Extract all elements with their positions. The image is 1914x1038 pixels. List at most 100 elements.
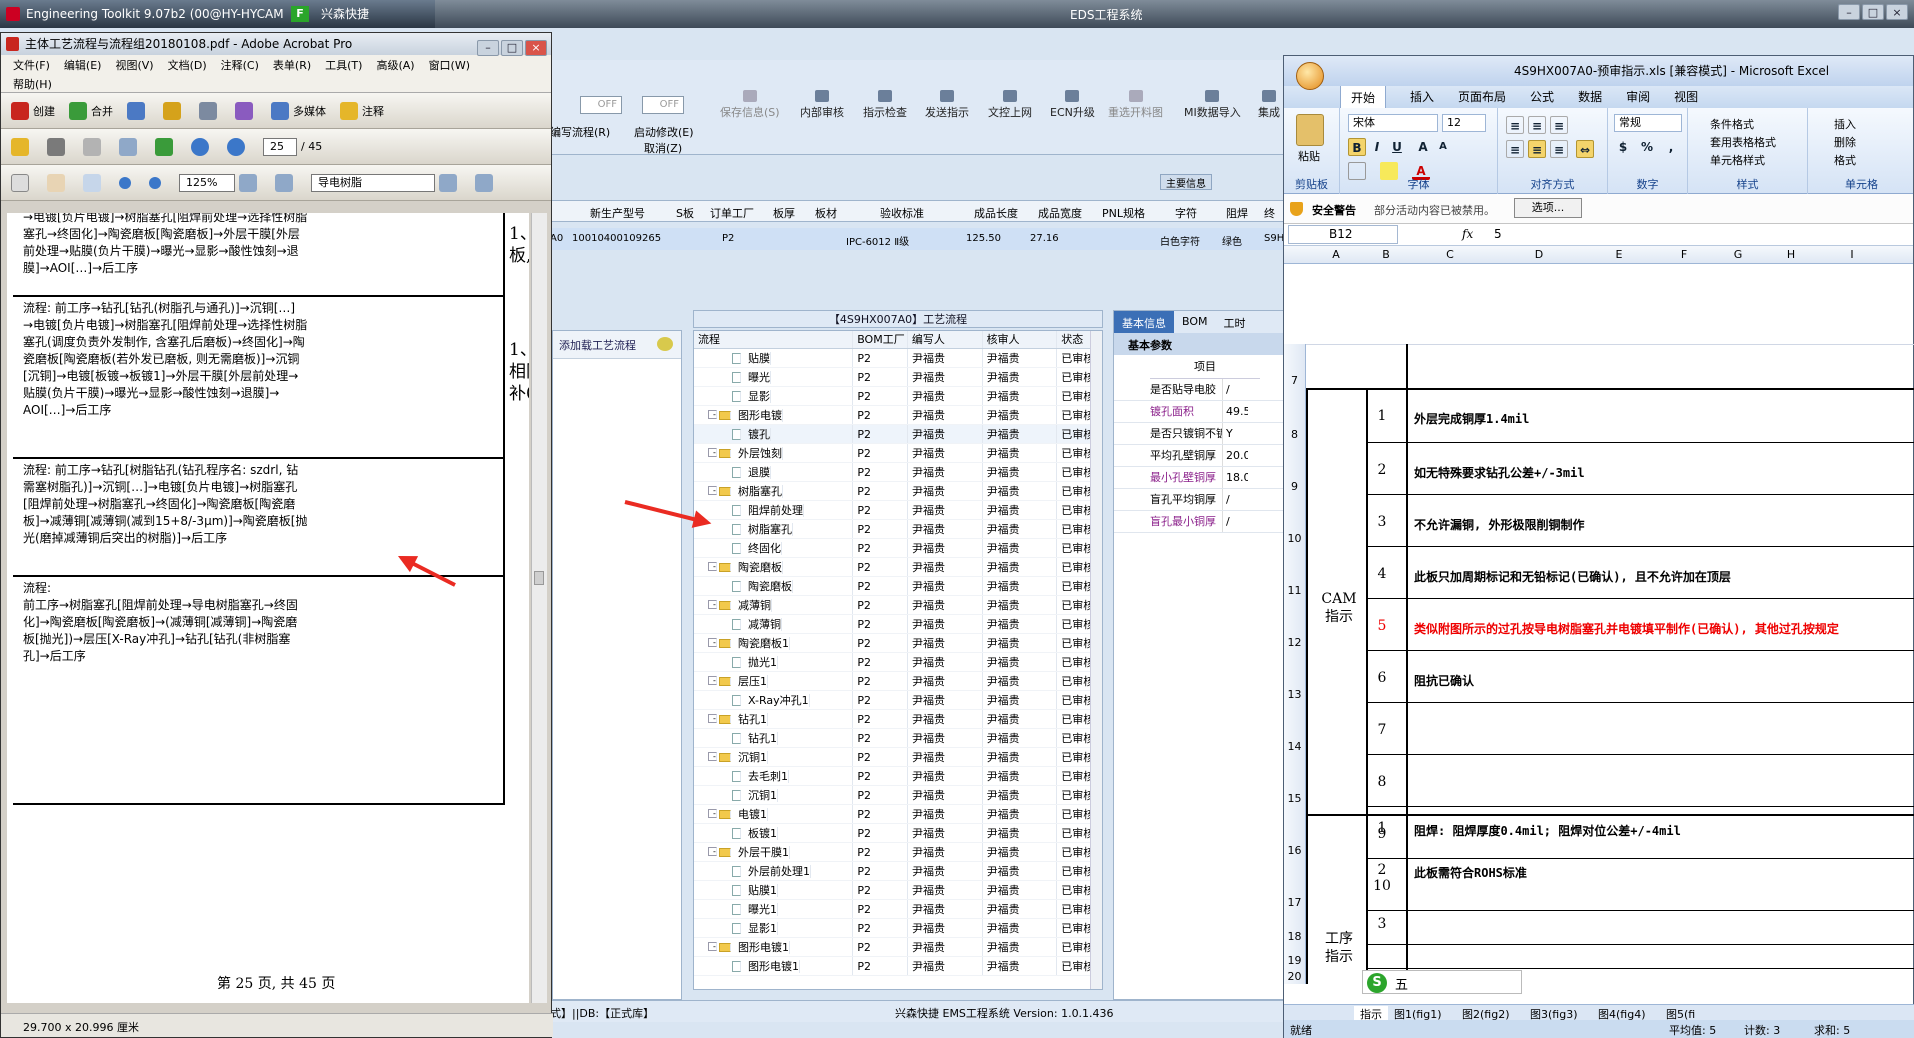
- bold-button[interactable]: B: [1348, 138, 1366, 156]
- row-header[interactable]: 19: [1284, 944, 1306, 968]
- ribbon-tab-5[interactable]: 审阅: [1626, 86, 1650, 108]
- check-button[interactable]: 指示检查: [863, 90, 907, 120]
- tree-row[interactable]: 退膜 P2 尹福贵 尹福贵 已审核: [694, 463, 1102, 482]
- tree-row[interactable]: X-Ray冲孔1 P2 尹福贵 尹福贵 已审核: [694, 691, 1102, 710]
- align-center-button[interactable]: ≡: [1528, 140, 1546, 158]
- tree-row[interactable]: 图形电镀1 P2 尹福贵 尹福贵 已审核: [694, 957, 1102, 976]
- tree-row[interactable]: 钻孔1 P2 尹福贵 尹福贵 已审核: [694, 729, 1102, 748]
- column-header[interactable]: A: [1306, 248, 1366, 261]
- collapse-icon[interactable]: -: [708, 847, 717, 856]
- row-header[interactable]: 9: [1284, 442, 1306, 494]
- row-header[interactable]: 13: [1284, 650, 1306, 702]
- cam-item-text[interactable]: 类似附图所示的过孔按导电树脂塞孔并电镀填平制作(已确认), 其他过孔按规定: [1414, 620, 1839, 637]
- column-header[interactable]: H: [1762, 248, 1820, 261]
- tree-node[interactable]: - 外层蚀刻: [694, 444, 854, 462]
- conditional-format-button[interactable]: 条件格式: [1710, 116, 1754, 132]
- row-header[interactable]: 15: [1284, 754, 1306, 806]
- process-item-text[interactable]: 此板需符合ROHS标准: [1414, 864, 1527, 881]
- tree-row[interactable]: 贴膜1 P2 尹福贵 尹福贵 已审核: [694, 881, 1102, 900]
- tree-row[interactable]: 减薄铜 P2 尹福贵 尹福贵 已审核: [694, 615, 1102, 634]
- process-item-text[interactable]: 阻焊: 阻焊厚度0.4mil; 阻焊对位公差+/-4mil: [1414, 822, 1681, 839]
- column-header[interactable]: C: [1406, 248, 1494, 261]
- ecn-upgrade-button[interactable]: ECN升级: [1050, 90, 1095, 120]
- row-header[interactable]: 17: [1284, 858, 1306, 910]
- tree-row[interactable]: 显影1 P2 尹福贵 尹福贵 已审核: [694, 919, 1102, 938]
- reselect-cut-button[interactable]: 重选开料图: [1108, 90, 1163, 120]
- row-header[interactable]: 7: [1284, 344, 1306, 388]
- tree-node[interactable]: - 减薄铜: [694, 596, 854, 614]
- tree-node[interactable]: 显影1: [694, 919, 854, 937]
- ribbon-start-modify[interactable]: 启动修改(E): [634, 124, 694, 140]
- next-page-button[interactable]: [227, 137, 249, 156]
- tree-row[interactable]: 曝光 P2 尹福贵 尹福贵 已审核: [694, 368, 1102, 387]
- zoom-select[interactable]: 125%: [179, 173, 235, 192]
- cam-item-text[interactable]: 阻抗已确认: [1414, 672, 1474, 689]
- fx-icon[interactable]: fx: [1462, 227, 1473, 241]
- shrink-font-button[interactable]: A: [1434, 138, 1452, 156]
- tree-row[interactable]: - 减薄铜 P2 尹福贵 尹福贵 已审核: [694, 596, 1102, 615]
- comment-button[interactable]: 注释: [340, 101, 384, 120]
- close-button[interactable]: ×: [1886, 4, 1908, 20]
- tree-row[interactable]: - 外层蚀刻 P2 尹福贵 尹福贵 已审核: [694, 444, 1102, 463]
- tree-row[interactable]: 阻焊前处理 P2 尹福贵 尹福贵 已审核: [694, 501, 1102, 520]
- param-row[interactable]: 平均孔壁铜厚 20.0: [1114, 445, 1284, 467]
- email-button[interactable]: [119, 137, 141, 156]
- tree-row[interactable]: - 图形电镀1 P2 尹福贵 尹福贵 已审核: [694, 938, 1102, 957]
- collapse-icon[interactable]: -: [708, 486, 717, 495]
- tab-basic-info[interactable]: 基本信息: [1114, 311, 1174, 333]
- menu-help[interactable]: 帮助(H): [13, 76, 52, 92]
- tree-node[interactable]: 陶瓷磨板: [694, 577, 854, 595]
- number-format-select[interactable]: 常规: [1614, 114, 1682, 132]
- send-button[interactable]: 发送指示: [925, 90, 969, 120]
- row-header[interactable]: 16: [1284, 806, 1306, 858]
- restore-button[interactable]: □: [501, 40, 523, 56]
- tree-node[interactable]: - 钻孔1: [694, 710, 854, 728]
- underline-button[interactable]: U: [1388, 138, 1406, 156]
- ime-toolbar[interactable]: S 五: [1362, 970, 1522, 994]
- column-header[interactable]: I: [1820, 248, 1884, 261]
- param-value[interactable]: 18.0: [1222, 467, 1248, 488]
- column-header[interactable]: F: [1654, 248, 1714, 261]
- param-row[interactable]: 最小孔壁铜厚 18.0: [1114, 467, 1284, 489]
- mi-import-button[interactable]: MI数据导入: [1184, 90, 1241, 120]
- collapse-icon[interactable]: -: [708, 410, 717, 419]
- tree-row[interactable]: - 层压1 P2 尹福贵 尹福贵 已审核: [694, 672, 1102, 691]
- menu-item-5[interactable]: 表单(R): [273, 57, 311, 73]
- select-tool[interactable]: [11, 173, 33, 192]
- name-box[interactable]: B12: [1288, 225, 1398, 244]
- tree-node[interactable]: 阻焊前处理: [694, 501, 854, 519]
- comma-button[interactable]: ,: [1662, 138, 1680, 156]
- tree-node[interactable]: 贴膜1: [694, 881, 854, 899]
- cam-item-text[interactable]: 如无特殊要求钻孔公差+/-3mil: [1414, 464, 1585, 481]
- tree-row[interactable]: - 陶瓷磨板1 P2 尹福贵 尹福贵 已审核: [694, 634, 1102, 653]
- tree-row[interactable]: 外层前处理1 P2 尹福贵 尹福贵 已审核: [694, 862, 1102, 881]
- param-row[interactable]: 是否只镀铜不镀锡Y: [1114, 423, 1284, 445]
- format-cells-button[interactable]: 格式: [1834, 152, 1856, 168]
- integrate-button[interactable]: 集成: [1258, 90, 1280, 120]
- param-row[interactable]: 盲孔最小铜厚 /: [1114, 511, 1284, 533]
- page-number-input[interactable]: 25: [263, 137, 297, 156]
- tree-node[interactable]: 抛光1: [694, 653, 854, 671]
- currency-button[interactable]: $: [1614, 138, 1632, 156]
- row-header[interactable]: 8: [1284, 388, 1306, 442]
- tree-node[interactable]: 去毛刺1: [694, 767, 854, 785]
- tab-bom[interactable]: BOM: [1174, 311, 1216, 333]
- param-value[interactable]: Y: [1222, 423, 1248, 444]
- table-format-button[interactable]: 套用表格格式: [1710, 134, 1776, 150]
- minimize-button[interactable]: –: [477, 40, 499, 56]
- prev-page-button[interactable]: [191, 137, 213, 156]
- tree-row[interactable]: 显影 P2 尹福贵 尹福贵 已审核: [694, 387, 1102, 406]
- tree-row[interactable]: - 外层干膜1 P2 尹福贵 尹福贵 已审核: [694, 843, 1102, 862]
- doc-online-button[interactable]: 文控上网: [988, 90, 1032, 120]
- italic-button[interactable]: I: [1368, 138, 1386, 156]
- percent-button[interactable]: %: [1638, 138, 1656, 156]
- find-next-button[interactable]: [475, 173, 497, 192]
- menu-item-4[interactable]: 注释(C): [221, 57, 259, 73]
- th-bom-factory[interactable]: BOM工厂: [853, 331, 908, 348]
- delete-cells-button[interactable]: 删除: [1834, 134, 1856, 150]
- menu-item-2[interactable]: 视图(V): [115, 57, 153, 73]
- print-button[interactable]: [47, 137, 69, 156]
- tree-node[interactable]: 镀孔: [694, 425, 854, 443]
- excel-title-bar[interactable]: 4S9HX007A0-预审指示.xls [兼容模式] - Microsoft E…: [1284, 56, 1913, 90]
- paste-icon[interactable]: [1296, 114, 1324, 146]
